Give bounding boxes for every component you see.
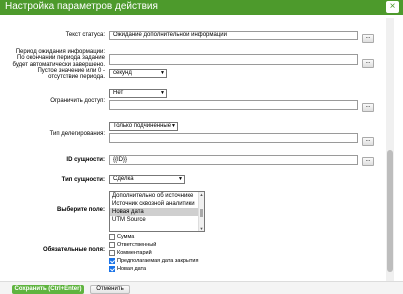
dialog-scrollbar[interactable] <box>386 18 394 281</box>
required-fields-label: Обязательные поля: <box>42 247 105 253</box>
required-field-amount[interactable]: Сумма <box>109 233 134 240</box>
delegation-type-select[interactable]: Только подчиненные ▼ <box>109 122 178 131</box>
save-button[interactable]: Сохранить (Ctrl+Enter) <box>12 285 84 294</box>
restrict-access-select[interactable]: Нет ▼ <box>109 89 167 98</box>
checkbox-checked[interactable] <box>109 257 115 264</box>
entity-type-label: Тип сущности: <box>61 177 105 183</box>
list-item-selected[interactable]: Новая дата <box>110 208 198 216</box>
checkbox-checked[interactable] <box>109 265 115 272</box>
list-item[interactable]: UTM Source <box>110 216 198 224</box>
select-field-listbox[interactable]: Дополнительно об источнике Источник скво… <box>109 191 205 232</box>
close-icon[interactable]: × <box>386 1 399 13</box>
restrict-access-label: Ограничить доступ: <box>50 98 105 104</box>
window-titlebar: Настройка параметров действия × <box>0 0 403 15</box>
dialog-scrollbar-thumb[interactable] <box>387 150 393 272</box>
chevron-down-icon: ▼ <box>178 176 183 182</box>
delegation-type-dots-button[interactable]: ... <box>362 137 374 146</box>
entity-id-dots-button[interactable]: ... <box>362 157 374 166</box>
restrict-access-dots-button[interactable]: ... <box>362 103 374 112</box>
required-field-new-date[interactable]: Новая дата <box>109 265 146 272</box>
checkbox[interactable] <box>109 249 115 256</box>
wait-period-input[interactable] <box>109 54 358 65</box>
chevron-down-icon: ▼ <box>171 123 176 129</box>
list-item[interactable]: Дополнительно об источнике <box>110 192 198 200</box>
list-item[interactable]: Источник сквозной аналитики <box>110 200 198 208</box>
listbox-scrollbar-thumb[interactable] <box>200 209 203 217</box>
wait-period-label: Период ожидания информации: По окончании… <box>12 49 105 81</box>
status-text-dots-button[interactable]: ... <box>362 34 374 43</box>
entity-type-select[interactable]: Сделка ▼ <box>109 175 185 184</box>
wait-period-dots-button[interactable]: ... <box>362 59 374 68</box>
chevron-down-icon: ▼ <box>160 70 165 76</box>
required-field-close-date[interactable]: Предполагаемая дата закрытия <box>109 257 198 264</box>
required-field-responsible[interactable]: Ответственный <box>109 241 156 248</box>
window-title: Настройка параметров действия <box>5 1 158 12</box>
select-field-label: Выберите поле: <box>56 207 105 213</box>
entity-id-label: ID сущности: <box>66 157 105 163</box>
restrict-access-input[interactable] <box>109 100 358 110</box>
checkbox[interactable] <box>109 241 115 248</box>
delegation-type-input[interactable] <box>109 133 358 143</box>
chevron-down-icon: ▼ <box>160 90 165 96</box>
status-text-label: Текст статуса: <box>65 32 105 38</box>
cancel-button[interactable]: Отменить <box>90 285 130 294</box>
delegation-type-label: Тип делегирования: <box>49 131 105 137</box>
listbox-scrollbar[interactable]: ▲ ▼ <box>198 192 204 231</box>
status-text-input[interactable]: Ожидание дополнительной информации <box>109 31 358 40</box>
chevron-up-icon[interactable]: ▲ <box>199 192 204 197</box>
required-field-comment[interactable]: Комментарий <box>109 249 152 256</box>
checkbox[interactable] <box>109 233 115 240</box>
wait-period-unit-select[interactable]: секунд ▼ <box>109 69 167 78</box>
entity-id-input[interactable]: {{ID}} <box>109 155 358 165</box>
chevron-down-icon[interactable]: ▼ <box>199 226 204 231</box>
